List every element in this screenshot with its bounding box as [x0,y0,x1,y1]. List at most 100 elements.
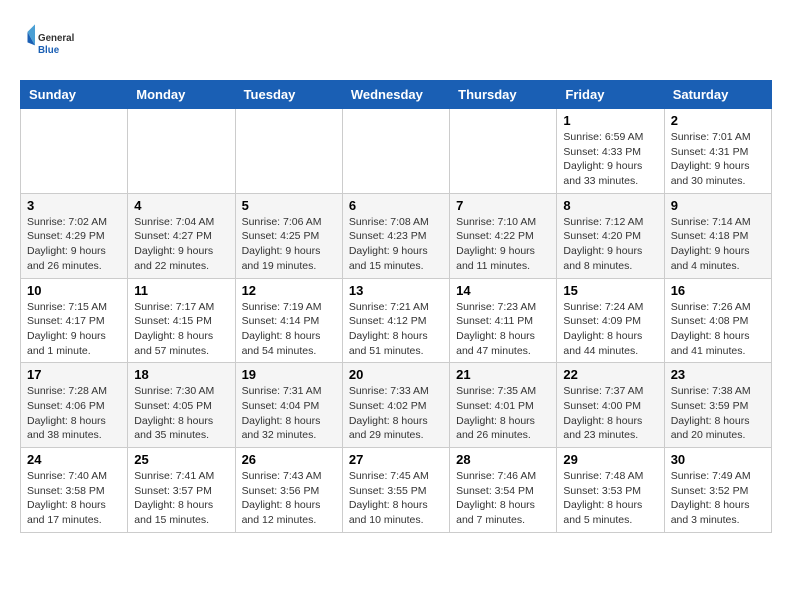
day-number-23: 23 [671,367,765,382]
weekday-header-row: SundayMondayTuesdayWednesdayThursdayFrid… [21,81,772,109]
day-cell-15: 15 Sunrise: 7:24 AM Sunset: 4:09 PM Dayli… [557,278,664,363]
day-info-25: Sunrise: 7:41 AM Sunset: 3:57 PM Dayligh… [134,469,228,528]
weekday-thursday: Thursday [450,81,557,109]
day-cell-14: 14Sunrise: 7:23 AM Sunset: 4:11 PM Dayli… [450,278,557,363]
week-row-3: 10Sunrise: 7:15 AM Sunset: 4:17 PM Dayli… [21,278,772,363]
day-info-17: Sunrise: 7:28 AM Sunset: 4:06 PM Dayligh… [27,384,121,443]
day-number-8: 8 [563,198,657,213]
day-number-3: 3 [27,198,121,213]
weekday-saturday: Saturday [664,81,771,109]
logo-svg: General Blue [20,20,80,70]
day-number-26: 26 [242,452,336,467]
day-number-5: 5 [242,198,336,213]
day-number-9: 9 [671,198,765,213]
day-number-19: 19 [242,367,336,382]
day-info-16: Sunrise: 7:26 AM Sunset: 4:08 PM Dayligh… [671,300,765,359]
week-row-4: 17 Sunrise: 7:28 AM Sunset: 4:06 PM Dayli… [21,363,772,448]
day-cell-19: 19 Sunrise: 7:31 AM Sunset: 4:04 PM Dayli… [235,363,342,448]
weekday-wednesday: Wednesday [342,81,449,109]
day-cell-5: 5 Sunrise: 7:06 AM Sunset: 4:25 PM Daylig… [235,193,342,278]
day-cell-3: 3 Sunrise: 7:02 AM Sunset: 4:29 PM Daylig… [21,193,128,278]
day-info-15: Sunrise: 7:24 AM Sunset: 4:09 PM Dayligh… [563,300,657,359]
empty-cell [21,109,128,194]
day-info-12: Sunrise: 7:19 AM Sunset: 4:14 PM Dayligh… [242,300,336,359]
day-info-1: Sunrise: 6:59 AM Sunset: 4:33 PM Dayligh… [563,130,657,189]
svg-text:Blue: Blue [38,45,60,56]
week-row-5: 24Sunrise: 7:40 AM Sunset: 3:58 PM Dayli… [21,448,772,533]
empty-cell [342,109,449,194]
day-cell-18: 18 Sunrise: 7:30 AM Sunset: 4:05 PM Dayli… [128,363,235,448]
weekday-tuesday: Tuesday [235,81,342,109]
day-info-11: Sunrise: 7:17 AM Sunset: 4:15 PM Dayligh… [134,300,228,359]
empty-cell [235,109,342,194]
day-info-4: Sunrise: 7:04 AM Sunset: 4:27 PM Dayligh… [134,215,228,274]
day-info-27: Sunrise: 7:45 AM Sunset: 3:55 PM Dayligh… [349,469,443,528]
calendar-table: SundayMondayTuesdayWednesdayThursdayFrid… [20,80,772,533]
week-row-1: 1 Sunrise: 6:59 AM Sunset: 4:33 PM Daylig… [21,109,772,194]
day-info-7: Sunrise: 7:10 AM Sunset: 4:22 PM Dayligh… [456,215,550,274]
day-cell-7: 7 Sunrise: 7:10 AM Sunset: 4:22 PM Daylig… [450,193,557,278]
day-info-29: Sunrise: 7:48 AM Sunset: 3:53 PM Dayligh… [563,469,657,528]
day-number-1: 1 [563,113,657,128]
day-info-5: Sunrise: 7:06 AM Sunset: 4:25 PM Dayligh… [242,215,336,274]
day-info-28: Sunrise: 7:46 AM Sunset: 3:54 PM Dayligh… [456,469,550,528]
day-number-12: 12 [242,283,336,298]
day-number-15: 15 [563,283,657,298]
day-cell-25: 25 Sunrise: 7:41 AM Sunset: 3:57 PM Dayli… [128,448,235,533]
day-info-23: Sunrise: 7:38 AM Sunset: 3:59 PM Dayligh… [671,384,765,443]
day-info-22: Sunrise: 7:37 AM Sunset: 4:00 PM Dayligh… [563,384,657,443]
day-cell-29: 29 Sunrise: 7:48 AM Sunset: 3:53 PM Dayli… [557,448,664,533]
day-number-28: 28 [456,452,550,467]
day-number-27: 27 [349,452,443,467]
day-number-6: 6 [349,198,443,213]
day-number-21: 21 [456,367,550,382]
weekday-monday: Monday [128,81,235,109]
day-info-6: Sunrise: 7:08 AM Sunset: 4:23 PM Dayligh… [349,215,443,274]
day-cell-20: 20Sunrise: 7:33 AM Sunset: 4:02 PM Dayli… [342,363,449,448]
day-number-18: 18 [134,367,228,382]
day-number-7: 7 [456,198,550,213]
day-cell-9: 9 Sunrise: 7:14 AM Sunset: 4:18 PM Daylig… [664,193,771,278]
empty-cell [450,109,557,194]
day-cell-23: 23 Sunrise: 7:38 AM Sunset: 3:59 PM Dayli… [664,363,771,448]
page-header: General Blue [20,20,772,70]
logo: General Blue [20,20,80,70]
day-cell-17: 17 Sunrise: 7:28 AM Sunset: 4:06 PM Dayli… [21,363,128,448]
weekday-sunday: Sunday [21,81,128,109]
day-cell-10: 10Sunrise: 7:15 AM Sunset: 4:17 PM Dayli… [21,278,128,363]
day-info-26: Sunrise: 7:43 AM Sunset: 3:56 PM Dayligh… [242,469,336,528]
day-number-30: 30 [671,452,765,467]
day-number-25: 25 [134,452,228,467]
day-cell-21: 21Sunrise: 7:35 AM Sunset: 4:01 PM Dayli… [450,363,557,448]
day-cell-8: 8 Sunrise: 7:12 AM Sunset: 4:20 PM Daylig… [557,193,664,278]
day-number-14: 14 [456,283,550,298]
day-cell-2: 2 Sunrise: 7:01 AM Sunset: 4:31 PM Daylig… [664,109,771,194]
day-info-13: Sunrise: 7:21 AM Sunset: 4:12 PM Dayligh… [349,300,443,359]
day-cell-12: 12 Sunrise: 7:19 AM Sunset: 4:14 PM Dayli… [235,278,342,363]
day-number-24: 24 [27,452,121,467]
day-info-9: Sunrise: 7:14 AM Sunset: 4:18 PM Dayligh… [671,215,765,274]
day-info-8: Sunrise: 7:12 AM Sunset: 4:20 PM Dayligh… [563,215,657,274]
day-cell-13: 13Sunrise: 7:21 AM Sunset: 4:12 PM Dayli… [342,278,449,363]
day-cell-11: 11 Sunrise: 7:17 AM Sunset: 4:15 PM Dayli… [128,278,235,363]
day-number-29: 29 [563,452,657,467]
day-info-3: Sunrise: 7:02 AM Sunset: 4:29 PM Dayligh… [27,215,121,274]
day-info-20: Sunrise: 7:33 AM Sunset: 4:02 PM Dayligh… [349,384,443,443]
day-cell-6: 6 Sunrise: 7:08 AM Sunset: 4:23 PM Daylig… [342,193,449,278]
day-info-30: Sunrise: 7:49 AM Sunset: 3:52 PM Dayligh… [671,469,765,528]
day-number-11: 11 [134,283,228,298]
week-row-2: 3 Sunrise: 7:02 AM Sunset: 4:29 PM Daylig… [21,193,772,278]
day-number-4: 4 [134,198,228,213]
day-info-2: Sunrise: 7:01 AM Sunset: 4:31 PM Dayligh… [671,130,765,189]
day-cell-27: 27 Sunrise: 7:45 AM Sunset: 3:55 PM Dayli… [342,448,449,533]
day-cell-26: 26 Sunrise: 7:43 AM Sunset: 3:56 PM Dayli… [235,448,342,533]
weekday-friday: Friday [557,81,664,109]
day-number-17: 17 [27,367,121,382]
day-cell-28: 28 Sunrise: 7:46 AM Sunset: 3:54 PM Dayli… [450,448,557,533]
day-cell-1: 1 Sunrise: 6:59 AM Sunset: 4:33 PM Daylig… [557,109,664,194]
day-info-18: Sunrise: 7:30 AM Sunset: 4:05 PM Dayligh… [134,384,228,443]
day-cell-30: 30 Sunrise: 7:49 AM Sunset: 3:52 PM Dayli… [664,448,771,533]
day-cell-16: 16Sunrise: 7:26 AM Sunset: 4:08 PM Dayli… [664,278,771,363]
day-info-19: Sunrise: 7:31 AM Sunset: 4:04 PM Dayligh… [242,384,336,443]
day-number-2: 2 [671,113,765,128]
